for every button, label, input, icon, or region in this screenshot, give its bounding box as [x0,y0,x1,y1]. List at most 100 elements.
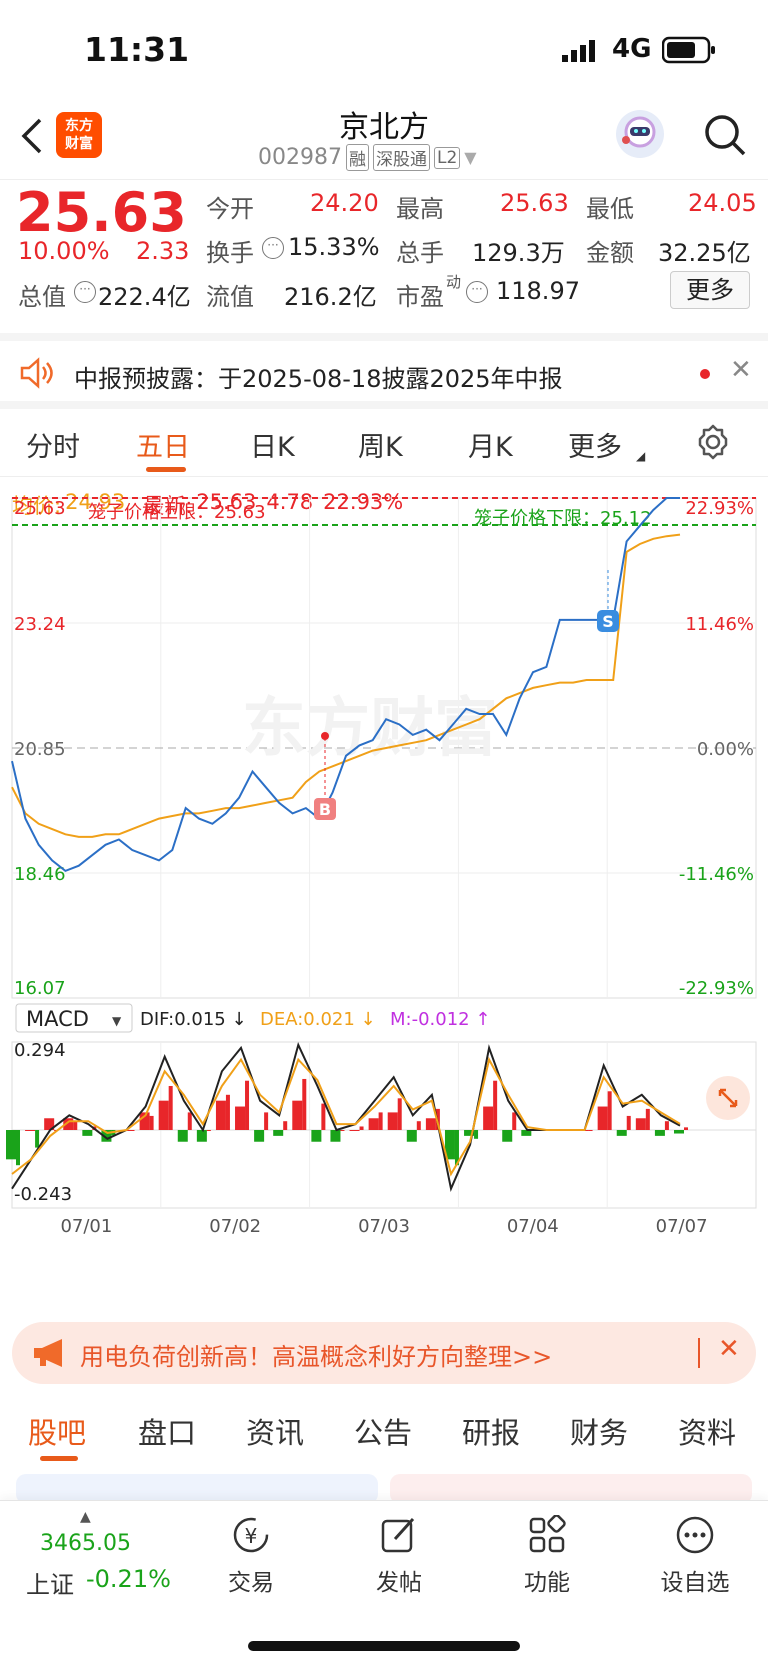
tab-forum[interactable]: 股吧 [28,1410,86,1452]
macd-bar [359,1126,364,1130]
index-value: 3465.05 [40,1531,131,1556]
y-tick-left: 16.07 [14,978,66,999]
macd-m: M:-0.012 ↑ [390,1009,490,1030]
period-tabs: 分时 五日 日K 周K 月K 更多 ◢ [0,411,768,477]
change-amount: 2.33 [136,237,190,265]
pe-superscript: 动 [446,273,462,291]
macd-dif: DIF:0.015 ↓ [140,1009,247,1030]
dock-functions[interactable]: 功能 [492,1514,602,1597]
tab-five-day[interactable]: 五日 [136,425,190,464]
high-label: 最高 [396,195,444,223]
more-button[interactable]: 更多 [670,271,750,309]
macd-bar [292,1100,303,1130]
dock-trade[interactable]: ¥ 交易 [196,1515,306,1597]
macd-bar [387,1112,398,1130]
close-icon[interactable]: ✕ [730,355,752,385]
notice-bar[interactable]: 中报预披露：于2025-08-18披露2025年中报 ✕ [0,343,768,409]
promo-banner[interactable]: 用电负荷创新高！高温概念利好方向整理>> ✕ [12,1322,756,1384]
macd-bar [597,1106,608,1130]
promo-divider [698,1338,700,1368]
tab-minute[interactable]: 分时 [26,425,80,464]
info-icon[interactable]: ··· [74,281,96,303]
macd-bar [177,1130,188,1142]
grid-icon [492,1514,602,1557]
sell-marker-label: S [602,612,614,631]
dock-add-watchlist[interactable]: 设自选 [640,1515,750,1597]
tab-news[interactable]: 资讯 [246,1410,304,1452]
tag-margin: 融 [345,144,369,171]
info-icon[interactable]: ··· [262,237,284,259]
index-widget[interactable]: ▲ 3465.05 上证 -0.21% [20,1509,180,1599]
promo-close-icon[interactable]: ✕ [718,1334,740,1364]
upper-cage-label: 笼子价格上限：25.63 [88,502,266,523]
y-tick-right: -11.46% [679,864,754,885]
signal-icon [562,40,600,62]
index-change: -0.21% [86,1565,171,1593]
macd-ymin: -0.243 [14,1184,72,1205]
y-tick-left: 23.24 [14,614,66,635]
macd-bar [340,1130,345,1131]
tab-monthly-k[interactable]: 月K [468,425,513,464]
macd-bar [35,1130,40,1148]
macd-bar [483,1106,494,1130]
macd-bar [588,1130,593,1131]
macd-bar [264,1112,269,1130]
stock-code: 002987 [258,145,342,170]
five-day-chart[interactable]: 均价: 24.93 最新: 25.63 4.78 22.93% 东方财富 笼子价… [0,480,768,1280]
price-chart[interactable]: 东方财富 笼子价格上限：25.63 笼子价格下限：25.12 25.6323.2… [0,480,768,1280]
macd-bar [225,1094,230,1130]
macd-bar [474,1130,479,1139]
macd-bar [664,1121,669,1130]
edit-icon [344,1515,454,1557]
dif-line [11,1041,681,1193]
buy-marker-label: B [319,800,331,819]
volume-label: 总手 [396,239,444,267]
tab-weekly-k[interactable]: 周K [358,425,403,464]
dock-post[interactable]: 发帖 [344,1515,454,1597]
tab-orderbook[interactable]: 盘口 [138,1410,196,1452]
y-tick-right: 0.00% [697,739,754,760]
stock-subtitle[interactable]: 002987 融 深股通 L2 ▼ [258,144,477,171]
macd-bar [493,1080,498,1130]
x-tick-label: 07/07 [656,1216,708,1237]
lower-cage-label: 笼子价格下限：25.12 [474,508,652,529]
macd-bar [626,1115,631,1130]
amount-label: 金额 [586,239,634,267]
macd-bar [196,1130,207,1142]
macd-bar [245,1080,250,1130]
promo-text: 用电负荷创新高！高温概念利好方向整理>> [80,1343,553,1371]
tab-financials[interactable]: 财务 [570,1410,628,1452]
macd-bar [206,1130,211,1131]
x-tick-label: 07/03 [358,1216,410,1237]
price-line [11,497,680,873]
dock-add-watchlist-label: 设自选 [660,1570,730,1596]
tab-more[interactable]: 更多 [568,425,622,464]
x-tick-label: 07/02 [209,1216,261,1237]
y-tick-right: -22.93% [679,978,754,999]
macd-bar [645,1108,650,1130]
pe-label: 市盈 [396,283,444,311]
avg-price-line [11,533,681,838]
tab-research[interactable]: 研报 [462,1410,520,1452]
settings-icon[interactable] [694,423,732,465]
macd-bar [130,1130,135,1131]
tab-profile[interactable]: 资料 [678,1410,736,1452]
search-icon[interactable] [702,112,748,162]
robot-assistant-icon[interactable] [616,110,664,158]
macd-bar [25,1130,36,1131]
macd-bar [16,1130,20,1166]
macd-bar [425,1118,436,1130]
expand-icon[interactable] [706,1076,750,1120]
macd-bar [311,1130,322,1142]
macd-bar [6,1130,16,1160]
info-icon[interactable]: ··· [466,281,488,303]
macd-bar [302,1078,307,1130]
tab-announcements[interactable]: 公告 [354,1410,412,1452]
macd-bar [82,1130,93,1136]
tab-daily-k[interactable]: 日K [250,425,295,464]
macd-bar [254,1130,265,1142]
macd-dropdown-icon: ▼ [112,1014,122,1028]
macd-bar [168,1086,173,1130]
caret-icon: ◢ [636,449,646,463]
open-label: 今开 [206,195,254,223]
